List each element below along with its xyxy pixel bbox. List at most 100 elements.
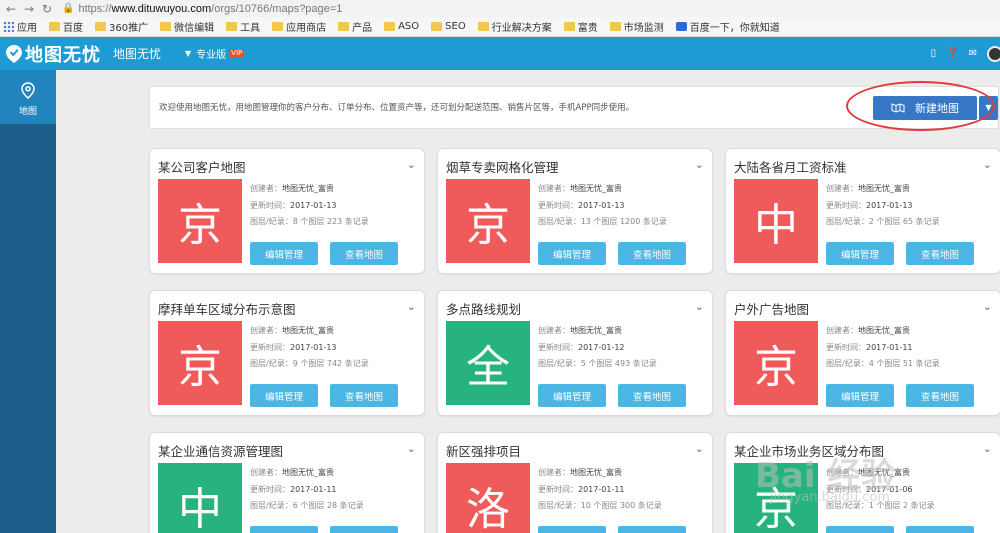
view-map-button[interactable]: 查看地图 (906, 384, 974, 407)
map-card[interactable]: 摩拜单车区域分布示意图 ⌄ 京 创建者：地图无忧_富贵 更新时间：2017-01-13 图… (149, 290, 425, 416)
map-card-title[interactable]: 某企业市场业务区域分布图 (734, 441, 884, 460)
map-card-title[interactable]: 多点路线规划 (446, 299, 521, 318)
map-card-title[interactable]: 新区强排项目 (446, 441, 521, 460)
layers-value: 2 个图层 65 条记录 (868, 217, 940, 226)
view-map-button[interactable]: 查看地图 (330, 526, 398, 533)
map-card[interactable]: 新区强排项目 ⌄ 洛 创建者：地图无忧_富贵 更新时间：2017-01-11 图层/纪录：… (437, 432, 713, 533)
view-map-button[interactable]: 查看地图 (618, 242, 686, 265)
edit-map-button[interactable]: 编辑管理 (826, 526, 894, 533)
map-card[interactable]: 某公司客户地图 ⌄ 京 创建者：地图无忧_富贵 更新时间：2017-01-13 图层/纪录… (149, 148, 425, 274)
edit-map-button[interactable]: 编辑管理 (250, 526, 318, 533)
view-map-button[interactable]: 查看地图 (618, 384, 686, 407)
updated-label: 更新时间： (250, 343, 290, 352)
map-card[interactable]: 烟草专卖网格化管理 ⌄ 京 创建者：地图无忧_富贵 更新时间：2017-01-13 图层/… (437, 148, 713, 274)
chevron-down-icon[interactable]: ⌄ (407, 158, 416, 171)
folder-icon (160, 22, 172, 31)
chevron-down-icon[interactable]: ⌄ (695, 300, 704, 313)
chevron-down-icon[interactable]: ⌄ (407, 442, 416, 455)
chevron-down-icon[interactable]: ⌄ (983, 442, 992, 455)
bookmark-item[interactable]: 微信编辑 (160, 19, 214, 34)
map-thumbnail-char: 京 (178, 200, 222, 251)
bookmark-item[interactable]: 360推广 (95, 19, 148, 34)
map-card-title[interactable]: 户外广告地图 (734, 299, 809, 318)
map-thumbnail[interactable]: 京 (158, 321, 242, 405)
bookmark-item[interactable]: 市场监测 (609, 19, 664, 34)
chevron-down-icon[interactable]: ⌄ (983, 158, 992, 171)
map-creator: 创建者：地图无忧_富贵 (538, 467, 622, 478)
map-thumbnail[interactable]: 京 (734, 321, 818, 405)
bookmark-item[interactable]: 产品 (338, 19, 372, 34)
map-creator: 创建者：地图无忧_富贵 (826, 325, 910, 336)
map-card[interactable]: 多点路线规划 ⌄ 全 创建者：地图无忧_富贵 更新时间：2017-01-12 图层/纪录：… (437, 290, 713, 416)
forward-arrow-icon[interactable]: → (22, 2, 36, 16)
bookmark-item[interactable]: 富贵 (563, 19, 598, 34)
map-card[interactable]: 某企业通信资源管理图 ⌄ 中 创建者：地图无忧_富贵 更新时间：2017-01-11 图层… (149, 432, 425, 533)
updated-label: 更新时间： (826, 201, 866, 210)
view-map-button[interactable]: 查看地图 (906, 526, 974, 533)
map-layers: 图层/纪录：5 个图层 493 条记录 (538, 358, 657, 369)
sidebar-item-map[interactable]: 地图 (0, 70, 56, 124)
avatar[interactable] (987, 45, 1000, 62)
bookmark-item[interactable]: ASO (384, 21, 419, 32)
map-updated: 更新时间：2017-01-11 (250, 484, 337, 495)
updated-label: 更新时间： (826, 343, 866, 352)
edit-map-button[interactable]: 编辑管理 (538, 526, 606, 533)
map-thumbnail[interactable]: 京 (446, 179, 530, 263)
updated-label: 更新时间： (538, 201, 578, 210)
updated-value: 2017-01-11 (578, 485, 625, 494)
chevron-down-icon[interactable]: ⌄ (407, 300, 416, 313)
mobile-icon[interactable]: ▯ (931, 48, 937, 59)
logo[interactable]: 地图无忧 (6, 41, 101, 67)
map-card-title[interactable]: 某企业通信资源管理图 (158, 441, 283, 460)
edit-map-button[interactable]: 编辑管理 (826, 384, 894, 407)
edit-map-button[interactable]: 编辑管理 (538, 384, 606, 407)
map-card-title[interactable]: 摩拜单车区域分布示意图 (158, 299, 296, 318)
view-map-button[interactable]: 查看地图 (330, 384, 398, 407)
folder-icon (95, 22, 106, 31)
bookmark-item[interactable]: 工具 (226, 19, 260, 34)
map-card-title[interactable]: 大陆各省月工资标准 (734, 157, 847, 176)
map-thumbnail[interactable]: 洛 (446, 463, 530, 533)
org-dropdown-caret-icon[interactable]: ▼ (185, 49, 191, 58)
view-map-button[interactable]: 查看地图 (618, 526, 686, 533)
bookmark-item[interactable]: 应用 (3, 19, 37, 34)
chevron-down-icon[interactable]: ⌄ (983, 300, 992, 313)
help-icon[interactable]: ❓ (946, 48, 958, 59)
map-thumbnail[interactable]: 京 (158, 179, 242, 263)
map-pin-icon (21, 82, 35, 99)
baidu-paw-icon (675, 22, 687, 31)
map-card-title[interactable]: 烟草专卖网格化管理 (446, 157, 559, 176)
map-thumbnail[interactable]: 全 (446, 321, 530, 405)
creator-value: 地图无忧_富贵 (858, 326, 910, 335)
map-card-title[interactable]: 某公司客户地图 (158, 157, 246, 176)
updated-value: 2017-01-11 (866, 343, 913, 352)
map-thumbnail[interactable]: 京 (734, 463, 818, 533)
chevron-down-icon[interactable]: ⌄ (695, 158, 704, 171)
map-thumbnail[interactable]: 中 (734, 179, 818, 263)
org-name[interactable]: 地图无忧 (113, 45, 161, 62)
edit-map-button[interactable]: 编辑管理 (250, 384, 318, 407)
bookmark-item[interactable]: 应用商店 (272, 19, 326, 34)
reload-icon[interactable]: ↻ (40, 2, 54, 16)
map-card[interactable]: 某企业市场业务区域分布图 ⌄ 京 创建者：地图无忧_富贵 更新时间：2017-01-06… (725, 432, 1000, 533)
bookmark-item[interactable]: SEO (431, 21, 466, 32)
edit-map-button[interactable]: 编辑管理 (250, 242, 318, 265)
bookmark-item[interactable]: 百度一下，你就知道 (675, 19, 780, 34)
url-field[interactable]: https://www.dituwuyou.com/orgs/10766/map… (78, 3, 342, 15)
map-thumbnail[interactable]: 中 (158, 463, 242, 533)
map-updated: 更新时间：2017-01-13 (538, 200, 625, 211)
view-map-button[interactable]: 查看地图 (330, 242, 398, 265)
back-arrow-icon[interactable]: ← (4, 2, 18, 16)
map-card[interactable]: 户外广告地图 ⌄ 京 创建者：地图无忧_富贵 更新时间：2017-01-11 图层/纪录：… (725, 290, 1000, 416)
map-card[interactable]: 大陆各省月工资标准 ⌄ 中 创建者：地图无忧_富贵 更新时间：2017-01-13 图层/… (725, 148, 1000, 274)
view-map-button[interactable]: 查看地图 (906, 242, 974, 265)
updated-label: 更新时间： (250, 201, 290, 210)
bookmark-item[interactable]: 百度 (49, 19, 83, 34)
folder-icon (338, 22, 350, 31)
edit-map-button[interactable]: 编辑管理 (826, 242, 894, 265)
edit-map-button[interactable]: 编辑管理 (538, 242, 606, 265)
creator-label: 创建者： (826, 326, 858, 335)
chevron-down-icon[interactable]: ⌄ (695, 442, 704, 455)
mail-icon[interactable]: ✉ (969, 48, 977, 59)
bookmark-item[interactable]: 行业解决方案 (477, 19, 552, 34)
